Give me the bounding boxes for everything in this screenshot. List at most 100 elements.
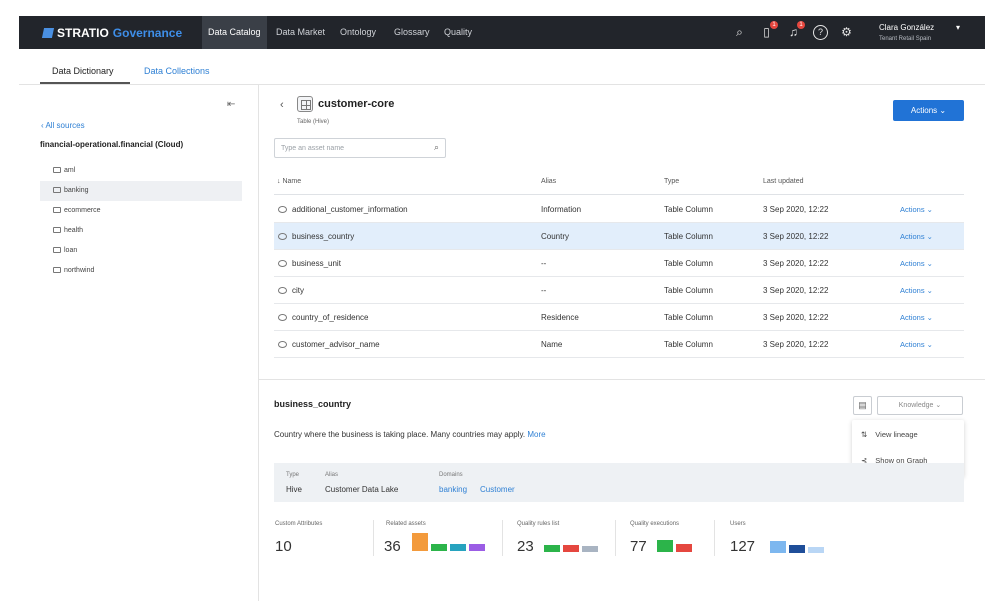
quality-executions-bar (676, 544, 692, 552)
asset-info-strip: Type Hive Alias Customer Data Lake Domai… (274, 463, 964, 502)
quality-rules-bar (544, 545, 560, 552)
stat-value-quality-rules: 23 (517, 538, 534, 555)
search-icon[interactable]: ⌕ (434, 142, 439, 153)
help-icon[interactable]: ? (813, 25, 828, 40)
folder-icon (53, 227, 61, 234)
nav-tab-data-catalog[interactable]: Data Catalog (202, 16, 267, 49)
cell-type: Table Column (664, 313, 713, 322)
stat-value-quality-executions: 77 (630, 538, 647, 555)
more-link[interactable]: More (527, 430, 545, 439)
cell-last-updated: 3 Sep 2020, 12:22 (763, 232, 829, 241)
sidebar-divider (258, 85, 259, 601)
tab-data-dictionary[interactable]: Data Dictionary (52, 66, 114, 76)
asset-type-subtitle: Table (Hive) (297, 119, 330, 125)
related-assets-bar (412, 533, 428, 551)
sidebar-item-banking[interactable]: banking (40, 181, 242, 201)
column-icon (278, 314, 287, 321)
quality-rules-bar (563, 545, 579, 552)
document-button[interactable]: ▤ (853, 396, 872, 415)
actions-button[interactable]: Actions ⌄ (893, 100, 964, 121)
quality-executions-bar (657, 540, 673, 552)
brand-logo[interactable]: STRATIO Governance (41, 26, 183, 40)
subtabs-divider (19, 84, 985, 85)
sidebar-item-ecommerce[interactable]: ecommerce (40, 201, 242, 221)
alias-label: Alias (325, 472, 339, 478)
search-input[interactable] (281, 142, 426, 155)
type-value: Hive (286, 485, 303, 494)
cell-name: business_unit (278, 250, 341, 277)
row-actions-dropdown[interactable]: Actions ⌄ (900, 223, 933, 250)
table-row[interactable]: customer_advisor_name Name Table Column … (274, 331, 964, 358)
knowledge-dropdown[interactable]: Knowledge ⌄ (877, 396, 963, 415)
row-actions-dropdown[interactable]: Actions ⌄ (900, 196, 933, 223)
user-menu-chevron-icon[interactable]: ▾ (956, 23, 960, 32)
detail-title: business_country (274, 399, 352, 409)
search-icon[interactable]: ⌕ (732, 25, 747, 40)
asset-search: ⌕ (274, 138, 446, 158)
cell-alias: Information (541, 205, 582, 214)
cell-alias: -- (541, 286, 547, 295)
cell-alias: Country (541, 232, 570, 241)
sidebar-item-health[interactable]: health (40, 221, 242, 241)
column-header-name[interactable]: ↓ Name (277, 178, 301, 185)
cell-type: Table Column (664, 232, 713, 241)
cell-name: additional_customer_information (278, 196, 408, 223)
column-icon (278, 260, 287, 267)
cell-name: business_country (278, 223, 354, 250)
nav-tab-quality[interactable]: Quality (438, 16, 478, 49)
nav-tab-ontology[interactable]: Ontology (334, 16, 382, 49)
row-actions-dropdown[interactable]: Actions ⌄ (900, 250, 933, 277)
quality-rules-bar (582, 546, 598, 552)
nav-tab-glossary[interactable]: Glossary (388, 16, 436, 49)
column-icon (278, 233, 287, 240)
brand-product: Governance (112, 26, 183, 40)
column-header-type[interactable]: Type (664, 178, 679, 185)
table-row[interactable]: country_of_residence Residence Table Col… (274, 304, 964, 331)
cell-last-updated: 3 Sep 2020, 12:22 (763, 259, 829, 268)
stat-label-related-assets: Related assets (386, 521, 426, 527)
user-name[interactable]: Clara González (879, 23, 934, 32)
stat-divider (373, 520, 374, 556)
row-actions-dropdown[interactable]: Actions ⌄ (900, 331, 933, 358)
stat-divider (502, 520, 503, 556)
sidebar-item-northwind[interactable]: northwind (40, 261, 242, 281)
tab-data-collections[interactable]: Data Collections (144, 66, 210, 76)
stat-divider (714, 520, 715, 556)
domains-label: Domains (439, 472, 463, 478)
back-chevron-icon[interactable]: ‹ (280, 99, 284, 111)
lineage-icon: ⇅ (861, 430, 868, 439)
stat-value-related-assets: 36 (384, 538, 401, 555)
table-row[interactable]: city -- Table Column 3 Sep 2020, 12:22 A… (274, 277, 964, 304)
row-actions-dropdown[interactable]: Actions ⌄ (900, 304, 933, 331)
related-assets-bar (469, 544, 485, 551)
sidebar-item-loan[interactable]: loan (40, 241, 242, 261)
nav-tab-data-market[interactable]: Data Market (270, 16, 331, 49)
column-header-alias[interactable]: Alias (541, 178, 556, 185)
domain-tag-customer[interactable]: Customer (480, 485, 515, 494)
all-sources-link[interactable]: ‹ All sources (41, 121, 85, 130)
sidebar-item-aml[interactable]: aml (40, 161, 242, 181)
cell-name: country_of_residence (278, 304, 369, 331)
source-title: financial-operational.financial (Cloud) (40, 140, 184, 149)
users-bar (770, 541, 786, 553)
domain-tag-banking[interactable]: banking (439, 485, 467, 494)
gear-icon[interactable]: ⚙ (839, 25, 854, 40)
cell-last-updated: 3 Sep 2020, 12:22 (763, 205, 829, 214)
stat-label-quality-rules: Quality rules list (517, 521, 560, 527)
detail-description: Country where the business is taking pla… (274, 430, 546, 439)
table-row[interactable]: business_unit -- Table Column 3 Sep 2020… (274, 250, 964, 277)
collapse-sidebar-icon[interactable]: ⇤ (227, 99, 235, 110)
folder-icon (53, 267, 61, 274)
cell-type: Table Column (664, 286, 713, 295)
bell-icon[interactable]: ♫ 1 (786, 21, 805, 40)
row-actions-dropdown[interactable]: Actions ⌄ (900, 277, 933, 304)
cell-name: city (278, 277, 304, 304)
top-navbar: STRATIO Governance Data Catalog Data Mar… (19, 16, 985, 49)
table-row[interactable]: additional_customer_information Informat… (274, 196, 964, 223)
users-bar (808, 547, 824, 553)
menu-item-view-lineage[interactable]: ⇅ View lineage (861, 430, 918, 439)
table-row[interactable]: business_country Country Table Column 3 … (274, 223, 964, 250)
user-tenant: Tenant Retail Spain (879, 36, 932, 42)
column-header-last-updated[interactable]: Last updated (763, 178, 803, 185)
clipboard-icon[interactable]: ▯ 1 (759, 21, 778, 40)
